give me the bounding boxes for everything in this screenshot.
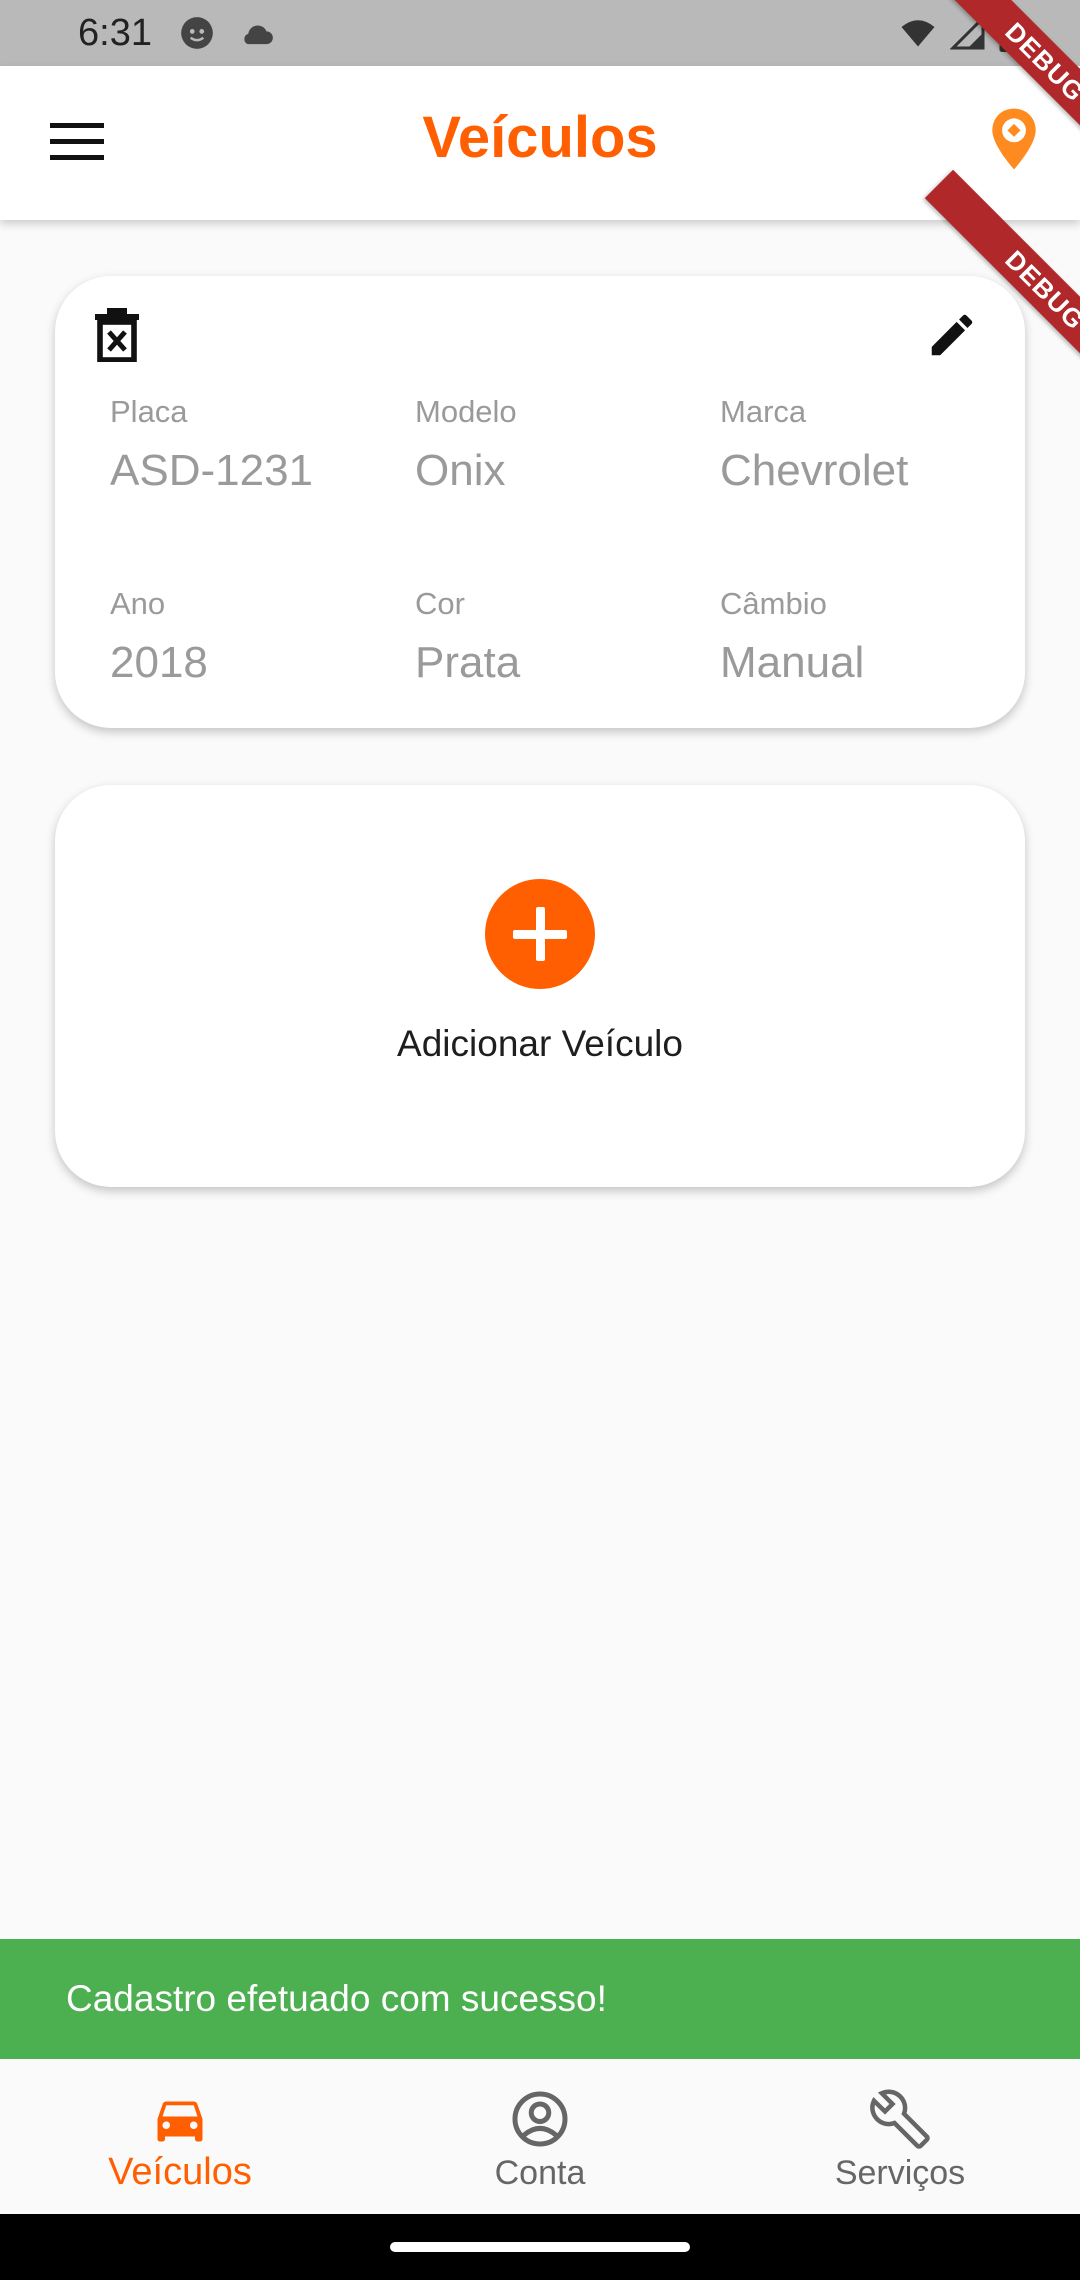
vehicle-card: Placa ASD-1231 Modelo Onix Marca Chevrol… <box>55 276 1025 728</box>
car-icon <box>157 2101 203 2142</box>
page-title: Veículos <box>422 105 658 170</box>
field-label: Câmbio <box>720 586 827 621</box>
system-nav-bar <box>0 2214 1080 2280</box>
field-value: Prata <box>415 638 521 687</box>
field-ano: Ano 2018 <box>110 586 208 688</box>
field-value: 2018 <box>110 638 208 687</box>
delete-icon <box>95 308 139 363</box>
field-cor: Cor Prata <box>415 586 520 688</box>
edit-vehicle-button[interactable] <box>925 308 985 368</box>
snackbar-message: Cadastro efetuado com sucesso! <box>66 1978 607 2019</box>
field-placa: Placa ASD-1231 <box>110 394 313 496</box>
status-bar: 6:31 <box>0 0 1080 66</box>
nav-label: Veículos <box>108 2151 252 2193</box>
field-value: ASD-1231 <box>110 446 314 495</box>
edit-pencil-icon <box>931 314 973 356</box>
field-marca: Marca Chevrolet <box>720 394 908 496</box>
field-modelo: Modelo Onix <box>415 394 517 496</box>
success-snackbar: Cadastro efetuado com sucesso! <box>0 1939 1080 2059</box>
map-pin-button[interactable] <box>988 106 1048 186</box>
nav-label: Conta <box>494 2154 586 2192</box>
field-value: Manual <box>720 638 865 687</box>
cloud-icon <box>244 25 273 45</box>
map-pin-icon <box>992 108 1036 170</box>
bottom-nav: Veículos Conta Serviços <box>0 2059 1080 2214</box>
field-value: Chevrolet <box>720 446 909 495</box>
add-vehicle-button[interactable] <box>485 879 595 989</box>
wrench-icon <box>870 2089 930 2149</box>
nav-item-conta[interactable]: Conta <box>360 2059 720 2214</box>
field-label: Modelo <box>415 394 517 429</box>
app-bar: Veículos <box>0 66 1080 220</box>
status-time: 6:31 <box>78 12 152 54</box>
field-cambio: Câmbio Manual <box>720 586 864 688</box>
nav-label: Serviços <box>834 2154 966 2192</box>
field-label: Placa <box>110 394 188 429</box>
add-vehicle-card[interactable]: Adicionar Veículo <box>55 785 1025 1187</box>
field-value: Onix <box>415 446 506 495</box>
field-label: Cor <box>415 586 465 621</box>
home-gesture-handle[interactable] <box>390 2242 690 2252</box>
field-label: Ano <box>110 586 166 621</box>
nav-item-servicos[interactable]: Serviços <box>720 2059 1080 2214</box>
nav-item-veiculos[interactable]: Veículos <box>0 2059 360 2214</box>
field-label: Marca <box>720 394 807 429</box>
delete-vehicle-button[interactable] <box>95 308 155 368</box>
face-icon <box>181 17 213 49</box>
wifi-icon <box>901 20 935 47</box>
add-vehicle-label: Adicionar Veículo <box>397 1023 683 1064</box>
account-circle-icon <box>512 2091 568 2147</box>
plus-icon <box>513 907 567 961</box>
